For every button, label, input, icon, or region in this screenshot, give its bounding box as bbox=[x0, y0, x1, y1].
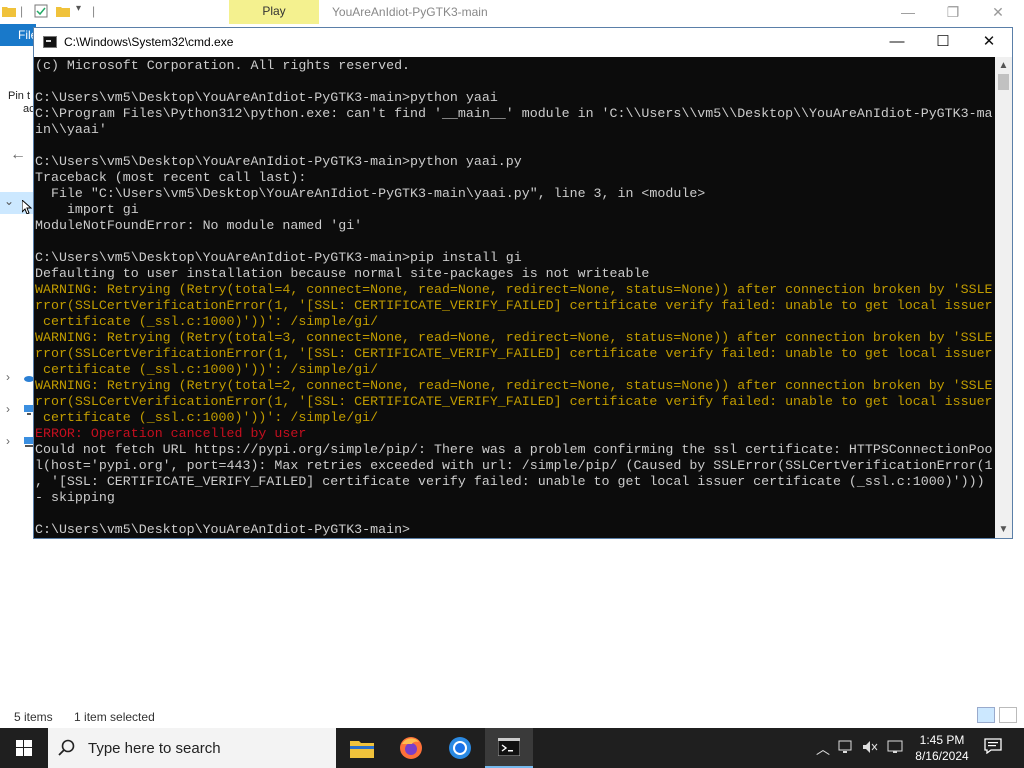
console-line: WARNING: Retrying (Retry(total=3, connec… bbox=[35, 330, 993, 345]
chevron-up-icon[interactable]: ︿ bbox=[816, 739, 830, 759]
folder-icon[interactable] bbox=[2, 4, 16, 18]
chevron-right-icon[interactable]: › bbox=[6, 402, 10, 416]
console-line: WARNING: Retrying (Retry(total=2, connec… bbox=[35, 378, 993, 393]
console-output[interactable]: (c) Microsoft Corporation. All rights re… bbox=[34, 57, 996, 538]
console-line: C:\Users\vm5\Desktop\YouAreAnIdiot-PyGTK… bbox=[35, 154, 522, 169]
console-line: WARNING: Retrying (Retry(total=4, connec… bbox=[35, 282, 993, 297]
console-line: (c) Microsoft Corporation. All rights re… bbox=[35, 58, 411, 73]
console-line: ModuleNotFoundError: No module named 'gi… bbox=[35, 218, 363, 233]
taskbar-chrome[interactable] bbox=[436, 728, 484, 768]
taskbar-cmd[interactable] bbox=[485, 728, 533, 768]
taskbar-search-box[interactable]: Type here to search bbox=[48, 728, 336, 768]
customize-quick-access-icon[interactable]: ▾ bbox=[76, 3, 81, 14]
start-button[interactable] bbox=[0, 728, 48, 768]
tab-play[interactable]: Play bbox=[229, 0, 319, 24]
console-line: C:\Program Files\Python312\python.exe: c… bbox=[35, 106, 993, 121]
console-line: , '[SSL: CERTIFICATE_VERIFY_FAILED] cert… bbox=[35, 474, 985, 489]
console-line: ERROR: Operation cancelled by user bbox=[35, 426, 307, 441]
cmd-window-title: C:\Windows\System32\cmd.exe bbox=[64, 35, 234, 49]
taskbar-file-explorer[interactable] bbox=[338, 728, 386, 768]
close-icon[interactable]: ✕ bbox=[983, 2, 1013, 22]
separator: | bbox=[92, 4, 96, 18]
cmd-titlebar[interactable]: C:\Windows\System32\cmd.exe — ☐ ✕ bbox=[34, 28, 1012, 57]
folder-icon bbox=[350, 741, 374, 758]
cmd-window: C:\Windows\System32\cmd.exe — ☐ ✕ (c) Mi… bbox=[33, 27, 1013, 539]
explorer-title: YouAreAnIdiot-PyGTK3-main bbox=[332, 5, 488, 19]
details-view-icon[interactable] bbox=[977, 707, 995, 723]
console-line: rror(SSLCertVerificationError(1, '[SSL: … bbox=[35, 346, 993, 361]
status-item-count: 5 items bbox=[14, 710, 53, 724]
pin-label-line1: Pin t bbox=[8, 90, 31, 102]
explorer-titlebar: | ▾ | Play YouAreAnIdiot-PyGTK3-main — ❐… bbox=[0, 0, 1024, 24]
scroll-down-icon[interactable]: ▼ bbox=[995, 521, 1012, 538]
status-selected-count: 1 item selected bbox=[74, 710, 155, 724]
display-icon[interactable] bbox=[887, 739, 903, 755]
clock-time: 1:45 PM bbox=[919, 733, 965, 747]
minimize-icon[interactable]: — bbox=[874, 28, 920, 57]
maximize-icon[interactable]: ❐ bbox=[938, 2, 968, 22]
console-line: certificate (_ssl.c:1000)'))': /simple/g… bbox=[35, 410, 379, 425]
console-line: Traceback (most recent call last): bbox=[35, 170, 307, 185]
mouse-cursor-icon bbox=[22, 200, 32, 214]
console-line: import gi bbox=[35, 202, 139, 217]
status-bar: 5 items 1 item selected bbox=[14, 710, 173, 724]
large-icons-view-icon[interactable] bbox=[999, 707, 1017, 723]
console-line: l(host='pypi.org', port=443): Max retrie… bbox=[35, 458, 993, 473]
nav-pane-selected-item[interactable]: ⌄ bbox=[0, 192, 34, 214]
pin-to-quick-access-button[interactable]: Pin t ac bbox=[8, 90, 35, 116]
scroll-up-icon[interactable]: ▲ bbox=[995, 57, 1012, 74]
console-line: C:\Users\vm5\Desktop\YouAreAnIdiot-PyGTK… bbox=[35, 90, 498, 105]
volume-muted-icon[interactable] bbox=[862, 739, 878, 755]
console-line: rror(SSLCertVerificationError(1, '[SSL: … bbox=[35, 298, 993, 313]
clock-date: 8/16/2024 bbox=[915, 749, 969, 763]
vertical-scrollbar[interactable]: ▲ ▼ bbox=[995, 57, 1012, 538]
chrome-icon bbox=[449, 737, 471, 759]
chevron-right-icon[interactable]: › bbox=[6, 434, 10, 448]
taskbar: Type here to search ︿ 1:45 PM 8/16/2024 bbox=[0, 728, 1024, 768]
new-folder-icon[interactable] bbox=[56, 4, 70, 18]
firefox-icon bbox=[400, 737, 422, 759]
chevron-down-icon[interactable]: ⌄ bbox=[4, 194, 14, 208]
pin-label-line2: ac bbox=[23, 103, 35, 115]
console-line: in\\yaai' bbox=[35, 122, 107, 137]
scrollbar-thumb[interactable] bbox=[998, 74, 1009, 90]
console-line: Defaulting to user installation because … bbox=[35, 266, 650, 281]
minimize-icon[interactable]: — bbox=[893, 2, 923, 22]
cmd-window-icon[interactable] bbox=[43, 36, 57, 48]
console-line: Could not fetch URL https://pypi.org/sim… bbox=[35, 442, 993, 457]
console-line: C:\Users\vm5\Desktop\YouAreAnIdiot-PyGTK… bbox=[35, 522, 411, 537]
back-arrow-icon[interactable]: ← bbox=[10, 146, 26, 164]
windows-logo-icon bbox=[16, 740, 32, 756]
chevron-right-icon[interactable]: › bbox=[6, 370, 10, 384]
console-line: certificate (_ssl.c:1000)'))': /simple/g… bbox=[35, 314, 379, 329]
separator: | bbox=[20, 4, 24, 18]
console-line: File "C:\Users\vm5\Desktop\YouAreAnIdiot… bbox=[35, 186, 706, 201]
terminal-icon bbox=[498, 738, 520, 756]
taskbar-firefox[interactable] bbox=[387, 728, 435, 768]
properties-icon[interactable] bbox=[34, 4, 48, 18]
search-placeholder: Type here to search bbox=[88, 740, 221, 757]
clock[interactable]: 1:45 PM 8/16/2024 bbox=[912, 732, 972, 764]
network-icon[interactable] bbox=[838, 739, 854, 755]
search-icon bbox=[58, 739, 75, 756]
maximize-icon[interactable]: ☐ bbox=[920, 28, 966, 57]
close-icon[interactable]: ✕ bbox=[966, 28, 1012, 57]
tab-file[interactable]: File bbox=[0, 24, 37, 46]
console-line: certificate (_ssl.c:1000)'))': /simple/g… bbox=[35, 362, 379, 377]
console-line: C:\Users\vm5\Desktop\YouAreAnIdiot-PyGTK… bbox=[35, 250, 522, 265]
action-center-icon[interactable] bbox=[984, 738, 1002, 754]
console-line: - skipping bbox=[35, 490, 115, 505]
console-line: rror(SSLCertVerificationError(1, '[SSL: … bbox=[35, 394, 993, 409]
